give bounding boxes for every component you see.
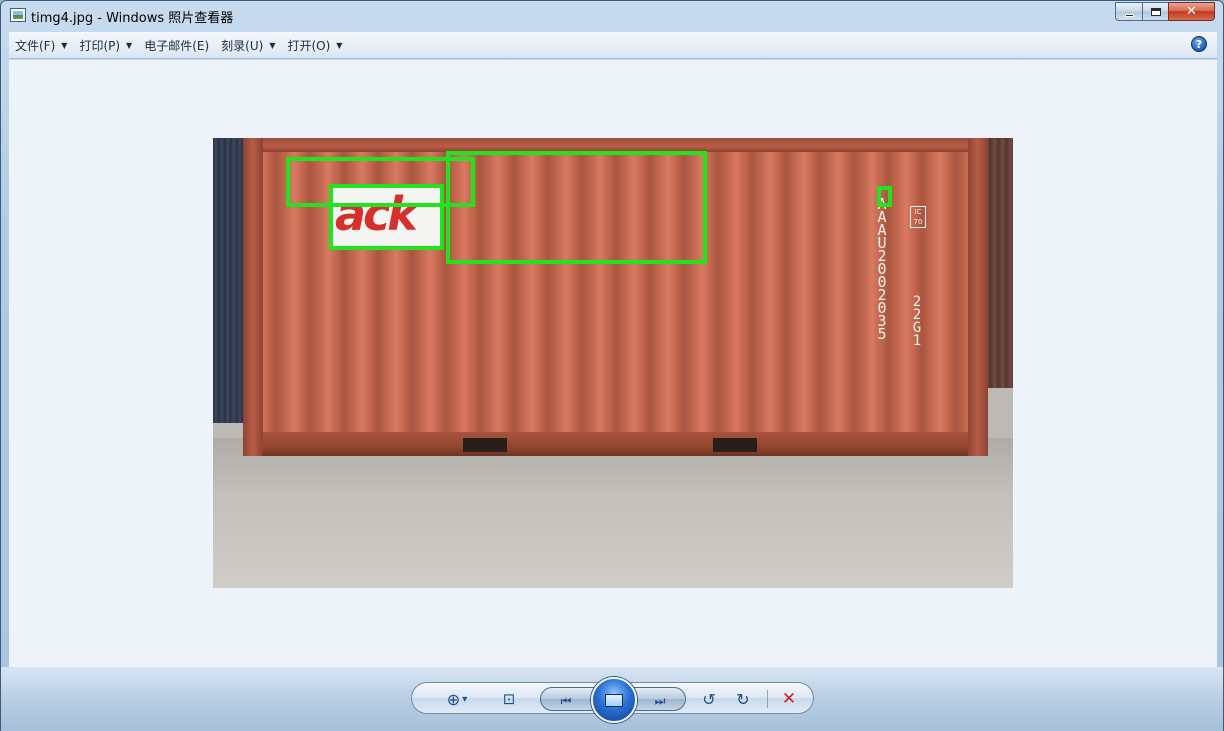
- photo-viewer-app-icon: [10, 8, 26, 22]
- bottom-control-bar: ⊕ ▾ ⊡ ⏮ ⏭ ↺ ↻ ✕: [1, 667, 1223, 731]
- container-top-rail: [243, 138, 988, 152]
- maximize-icon: [1150, 7, 1161, 16]
- rotate-ccw-icon: ↺: [702, 689, 716, 709]
- next-button[interactable]: ⏭: [649, 689, 671, 713]
- container-left-post: [243, 138, 263, 456]
- ic-badge: IC 70: [910, 206, 926, 228]
- next-icon: ⏭: [654, 693, 666, 708]
- menu-email-label: 电子邮件(E): [144, 38, 210, 53]
- menu-bar: 文件(F) ▼ 打印(P) ▼ 电子邮件(E) 刻录(U) ▼ 打开(O) ▼ …: [9, 32, 1217, 59]
- rotate-clockwise-button[interactable]: ↻: [732, 687, 754, 711]
- dropdown-arrow-icon: ▼: [269, 40, 276, 50]
- actual-size-button[interactable]: ⊡: [496, 687, 522, 711]
- menu-burn-label: 刻录(U): [221, 38, 264, 53]
- help-icon[interactable]: ?: [1191, 36, 1207, 52]
- menu-burn[interactable]: 刻录(U) ▼: [215, 34, 281, 56]
- dropdown-arrow-icon: ▼: [336, 40, 343, 50]
- caption-buttons: ✕: [1115, 2, 1215, 21]
- toolbar-separator: [767, 690, 768, 708]
- photo-viewer-window: timg4.jpg - Windows 照片查看器 ✕ 文件(F) ▼ 打印(P…: [0, 0, 1224, 731]
- fit-window-icon: ⊡: [502, 690, 516, 708]
- menu-email[interactable]: 电子邮件(E): [138, 34, 215, 56]
- container-bottom-rail: [243, 432, 988, 456]
- detection-box: [329, 184, 444, 250]
- minimize-button[interactable]: [1115, 2, 1142, 21]
- zoom-icon: ⊕: [446, 689, 461, 709]
- container-type-code: 22G1: [912, 294, 922, 349]
- dropdown-arrow-icon: ▼: [126, 40, 133, 50]
- menu-print-label: 打印(P): [79, 38, 121, 53]
- window-title: timg4.jpg - Windows 照片查看器: [31, 11, 234, 26]
- rotate-cw-icon: ↻: [736, 689, 750, 709]
- delete-icon: ✕: [781, 689, 797, 709]
- fork-pocket: [463, 438, 507, 452]
- title-bar: timg4.jpg - Windows 照片查看器 ✕: [1, 1, 1223, 31]
- fork-pocket: [713, 438, 757, 452]
- close-icon: ✕: [1186, 4, 1197, 19]
- menu-open[interactable]: 打开(O) ▼: [281, 34, 348, 56]
- displayed-photo[interactable]: ack AAAU2002035 IC 70 22G1: [213, 138, 1013, 588]
- zoom-button[interactable]: ⊕ ▾: [440, 687, 474, 711]
- slideshow-icon: [605, 693, 623, 707]
- dropdown-arrow-icon: ▼: [61, 40, 68, 50]
- photo-ground: [213, 438, 1013, 588]
- delete-button[interactable]: ✕: [778, 687, 800, 711]
- menu-file-label: 文件(F): [15, 38, 56, 53]
- detection-box: [877, 186, 892, 207]
- previous-button[interactable]: ⏮: [555, 689, 577, 713]
- photo-background-container-left: [213, 138, 243, 423]
- container-number: AAAU2002035: [877, 195, 887, 343]
- rotate-counterclockwise-button[interactable]: ↺: [698, 687, 720, 711]
- playback-control-pill: ⊕ ▾ ⊡ ⏮ ⏭ ↺ ↻ ✕: [411, 677, 814, 723]
- maximize-button[interactable]: [1142, 2, 1168, 21]
- menu-open-label: 打开(O): [287, 38, 331, 53]
- zoom-dropdown-icon: ▾: [462, 693, 468, 705]
- slideshow-button[interactable]: [591, 677, 637, 723]
- image-viewport: ack AAAU2002035 IC 70 22G1: [9, 60, 1217, 667]
- close-button[interactable]: ✕: [1168, 2, 1215, 21]
- menu-print[interactable]: 打印(P) ▼: [73, 34, 138, 56]
- menu-file[interactable]: 文件(F) ▼: [9, 34, 73, 56]
- container-right-post: [968, 138, 988, 456]
- minimize-icon: [1124, 13, 1134, 17]
- detection-box: [446, 151, 707, 264]
- previous-icon: ⏮: [560, 693, 572, 708]
